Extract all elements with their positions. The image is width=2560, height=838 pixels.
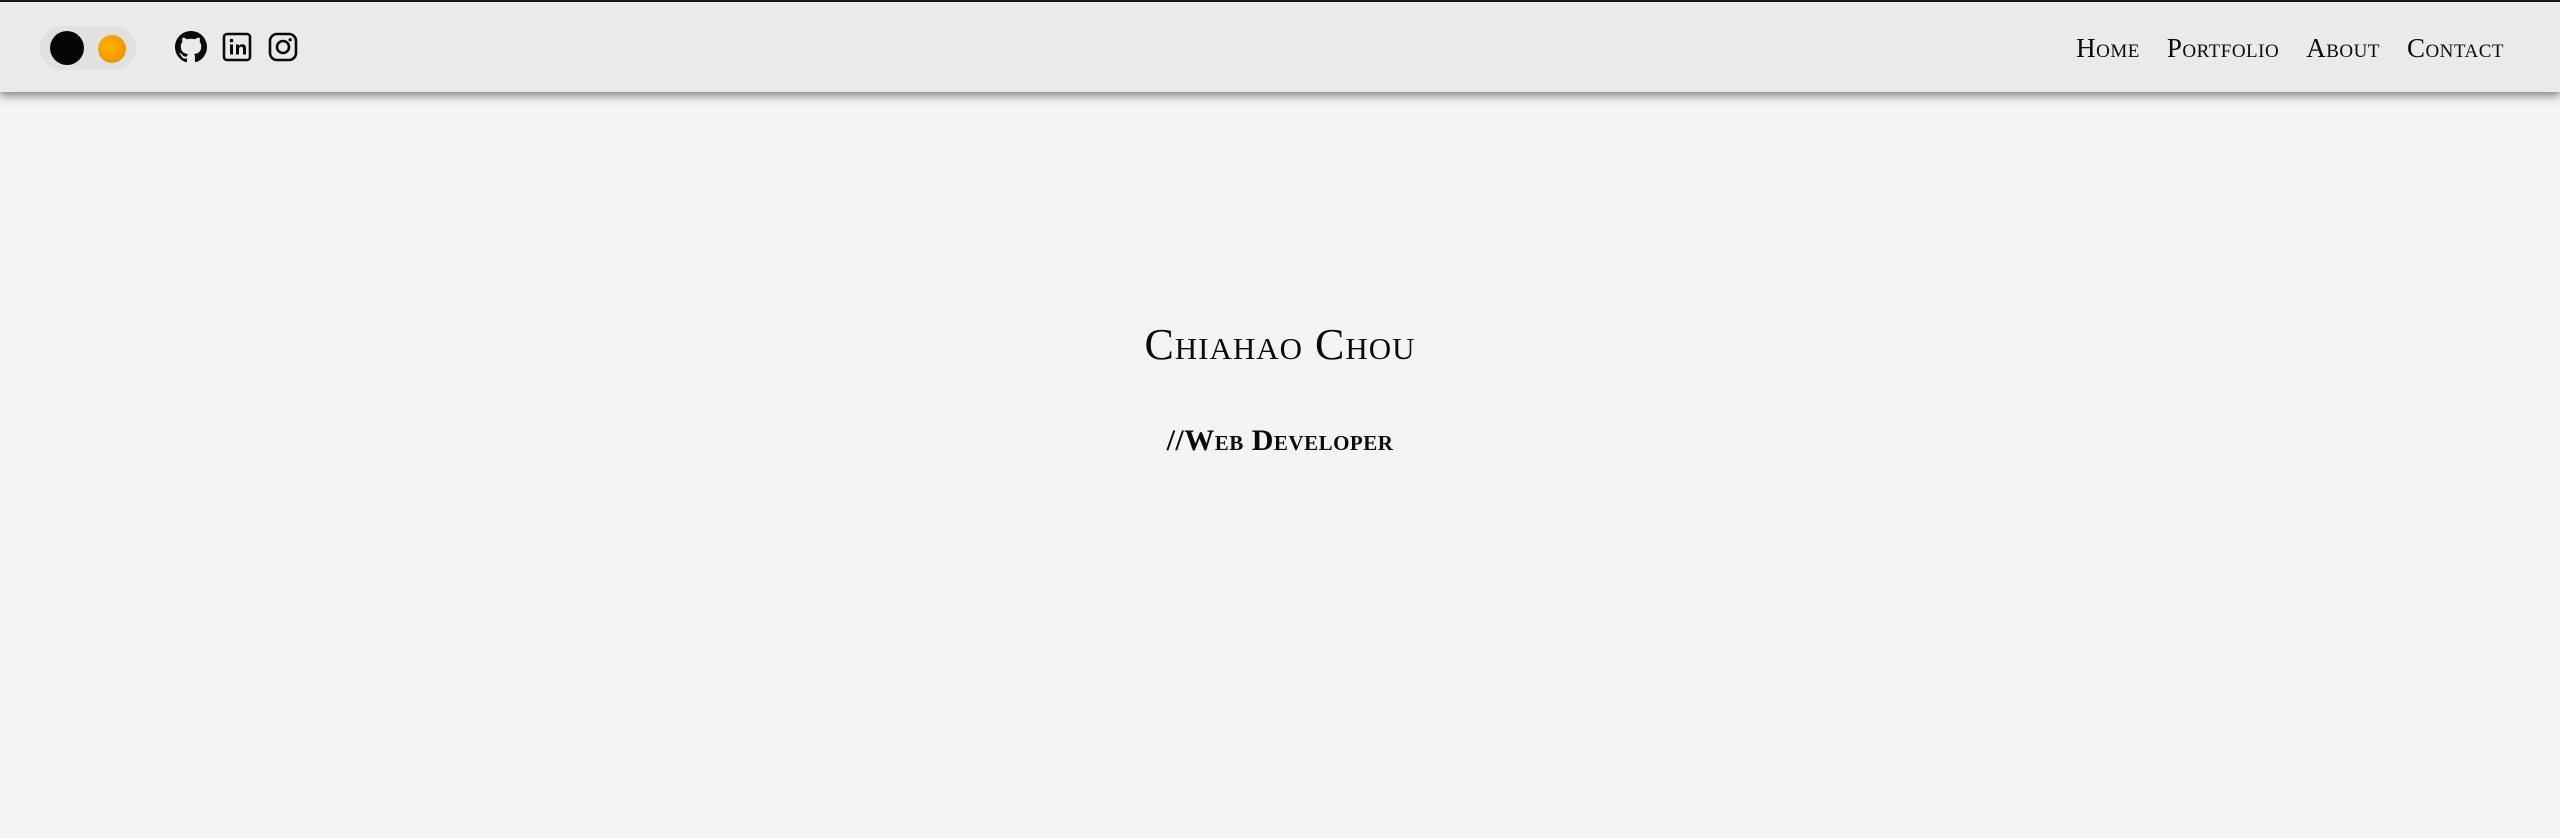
nav-home[interactable]: Home — [2076, 32, 2140, 64]
top-navbar: Home Portfolio About Contact — [0, 0, 2560, 92]
social-links — [175, 31, 299, 63]
instagram-link[interactable] — [267, 31, 299, 63]
nav-portfolio[interactable]: Portfolio — [2167, 32, 2279, 64]
theme-toggle-switch[interactable] — [40, 26, 136, 70]
instagram-icon — [268, 32, 298, 62]
hero-role-subtitle: //Web Developer — [1166, 424, 1394, 457]
main-nav: Home Portfolio About Contact — [2076, 32, 2504, 64]
moon-dark-mode-icon — [50, 31, 84, 65]
hero-name-heading: Chiahao Chou — [1144, 320, 1416, 369]
github-icon — [175, 31, 207, 63]
hero-section: Chiahao Chou //Web Developer — [0, 92, 2560, 838]
linkedin-link[interactable] — [221, 31, 253, 63]
github-link[interactable] — [175, 31, 207, 63]
linkedin-icon — [222, 32, 252, 62]
nav-about[interactable]: About — [2306, 32, 2380, 64]
nav-contact[interactable]: Contact — [2407, 32, 2504, 64]
sun-light-mode-icon — [98, 35, 126, 63]
